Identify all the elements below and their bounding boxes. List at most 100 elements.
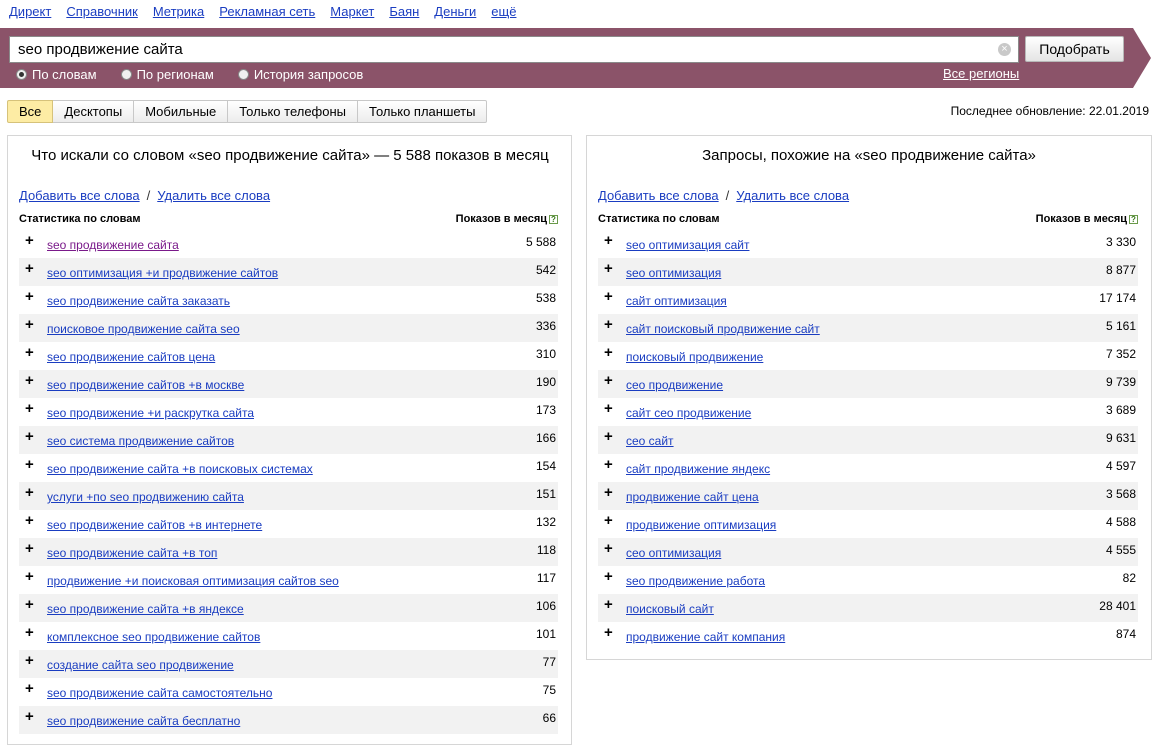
query-link[interactable]: seo продвижение сайтов цена: [47, 350, 215, 364]
add-word-icon[interactable]: +: [25, 569, 34, 584]
query-link[interactable]: поисковое продвижение сайта seo: [47, 322, 240, 336]
query-link[interactable]: продвижение +и поисковая оптимизация сай…: [47, 574, 339, 588]
device-tab[interactable]: Все: [7, 100, 54, 123]
query-link[interactable]: seo продвижение сайта +в поисковых систе…: [47, 462, 313, 476]
topnav-link[interactable]: Рекламная сеть: [219, 4, 315, 22]
add-word-icon[interactable]: +: [25, 373, 34, 388]
add-word-icon[interactable]: +: [25, 625, 34, 640]
add-word-icon[interactable]: +: [25, 233, 34, 248]
help-icon[interactable]: ?: [1129, 215, 1138, 224]
add-word-icon[interactable]: +: [604, 569, 613, 584]
query-link[interactable]: сайт сео продвижение: [626, 406, 751, 420]
add-word-icon[interactable]: +: [604, 289, 613, 304]
query-link[interactable]: seo продвижение сайта заказать: [47, 294, 230, 308]
query-link[interactable]: сео оптимизация: [626, 546, 721, 560]
all-regions-link[interactable]: Все регионы: [943, 66, 1019, 81]
query-link[interactable]: сайт продвижение яндекс: [626, 462, 770, 476]
add-all-words-link[interactable]: Добавить все слова: [598, 188, 719, 203]
help-icon[interactable]: ?: [549, 215, 558, 224]
add-word-icon[interactable]: +: [25, 429, 34, 444]
query-link[interactable]: продвижение сайт цена: [626, 490, 759, 504]
query-link[interactable]: создание сайта seo продвижение: [47, 658, 234, 672]
remove-all-words-link[interactable]: Удалить все слова: [736, 188, 849, 203]
table-row: + seo продвижение работа 82: [598, 566, 1138, 594]
add-word-icon[interactable]: +: [604, 401, 613, 416]
add-word-icon[interactable]: +: [604, 261, 613, 276]
add-word-icon[interactable]: +: [25, 289, 34, 304]
query-link[interactable]: seo продвижение сайтов +в интернете: [47, 518, 262, 532]
add-word-icon[interactable]: +: [604, 373, 613, 388]
topnav-link[interactable]: Директ: [9, 4, 51, 22]
topnav-link[interactable]: Деньги: [434, 4, 476, 22]
query-link[interactable]: seo продвижение сайта: [47, 238, 179, 252]
query-link[interactable]: seo продвижение сайтов +в москве: [47, 378, 244, 392]
query-link[interactable]: seo система продвижение сайтов: [47, 434, 234, 448]
topnav-link[interactable]: Справочник: [66, 4, 138, 22]
query-link[interactable]: продвижение оптимизация: [626, 518, 776, 532]
search-input[interactable]: [9, 36, 1019, 63]
add-word-icon[interactable]: +: [604, 485, 613, 500]
device-tab[interactable]: Только телефоны: [228, 100, 359, 123]
topnav-link[interactable]: ещё: [491, 4, 516, 22]
radio-dot[interactable]: [16, 69, 27, 80]
device-tab[interactable]: Только планшеты: [358, 100, 488, 123]
query-link[interactable]: seo продвижение работа: [626, 574, 765, 588]
add-word-icon[interactable]: +: [25, 401, 34, 416]
add-word-icon[interactable]: +: [604, 457, 613, 472]
add-word-icon[interactable]: +: [25, 597, 34, 612]
clear-icon[interactable]: ×: [998, 43, 1011, 56]
query-link[interactable]: seo продвижение сайта +в яндексе: [47, 602, 244, 616]
add-word-icon[interactable]: +: [25, 317, 34, 332]
query-link[interactable]: seo оптимизация +и продвижение сайтов: [47, 266, 278, 280]
device-tab[interactable]: Мобильные: [134, 100, 229, 123]
add-word-icon[interactable]: +: [25, 345, 34, 360]
table-row: + seo оптимизация +и продвижение сайтов 54…: [19, 258, 558, 286]
query-link[interactable]: seo продвижение сайта самостоятельно: [47, 686, 272, 700]
add-word-icon[interactable]: +: [604, 597, 613, 612]
add-word-icon[interactable]: +: [25, 653, 34, 668]
query-link[interactable]: seo продвижение сайта +в топ: [47, 546, 217, 560]
add-word-icon[interactable]: +: [604, 513, 613, 528]
impressions-count: 5 161: [1105, 319, 1136, 333]
query-link[interactable]: поисковый продвижение: [626, 350, 763, 364]
impressions-count: 17 174: [1099, 291, 1136, 305]
add-word-icon[interactable]: +: [25, 261, 34, 276]
pick-button[interactable]: Подобрать: [1025, 36, 1124, 62]
add-word-icon[interactable]: +: [604, 625, 613, 640]
right-panel-actions: Добавить все слова / Удалить все слова: [598, 188, 849, 203]
search-mode-radio[interactable]: По словам: [16, 67, 97, 82]
add-word-icon[interactable]: +: [25, 681, 34, 696]
query-link[interactable]: продвижение сайт компания: [626, 630, 785, 644]
add-word-icon[interactable]: +: [25, 513, 34, 528]
query-link[interactable]: сайт оптимизация: [626, 294, 727, 308]
query-link[interactable]: поисковый сайт: [626, 602, 714, 616]
query-link[interactable]: сео продвижение: [626, 378, 723, 392]
topnav-link[interactable]: Маркет: [330, 4, 374, 22]
radio-dot[interactable]: [237, 69, 249, 80]
add-all-words-link[interactable]: Добавить все слова: [19, 188, 140, 203]
topnav-link[interactable]: Метрика: [153, 4, 204, 22]
add-word-icon[interactable]: +: [604, 541, 613, 556]
add-word-icon[interactable]: +: [25, 457, 34, 472]
topnav-link[interactable]: Баян: [389, 4, 419, 22]
query-link[interactable]: сайт поисковый продвижение сайт: [626, 322, 820, 336]
remove-all-words-link[interactable]: Удалить все слова: [157, 188, 270, 203]
radio-dot[interactable]: [120, 69, 132, 80]
query-link[interactable]: услуги +по seo продвижению сайта: [47, 490, 244, 504]
query-link[interactable]: seo продвижение +и раскрутка сайта: [47, 406, 254, 420]
add-word-icon[interactable]: +: [604, 317, 613, 332]
query-link[interactable]: комплексное seo продвижение сайтов: [47, 630, 260, 644]
add-word-icon[interactable]: +: [604, 233, 613, 248]
add-word-icon[interactable]: +: [25, 485, 34, 500]
search-mode-radio[interactable]: История запросов: [237, 67, 363, 82]
query-link[interactable]: seo оптимизация: [626, 266, 721, 280]
query-link[interactable]: seo продвижение сайта бесплатно: [47, 714, 240, 728]
add-word-icon[interactable]: +: [604, 345, 613, 360]
add-word-icon[interactable]: +: [25, 541, 34, 556]
add-word-icon[interactable]: +: [604, 429, 613, 444]
query-link[interactable]: сео сайт: [626, 434, 674, 448]
add-word-icon[interactable]: +: [25, 709, 34, 724]
query-link[interactable]: seo оптимизация сайт: [626, 238, 749, 252]
device-tab[interactable]: Десктопы: [53, 100, 135, 123]
search-mode-radio[interactable]: По регионам: [120, 67, 214, 82]
